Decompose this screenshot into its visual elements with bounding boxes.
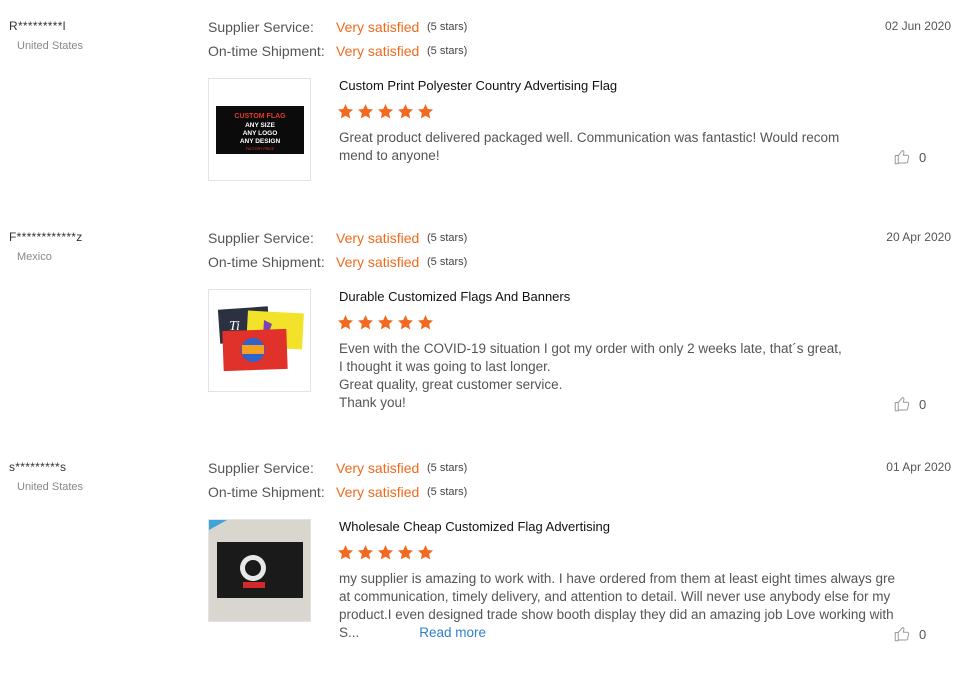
flag-line-5: FACTORY PRICE bbox=[246, 147, 275, 151]
star-icon bbox=[377, 315, 394, 330]
thumbs-up-icon bbox=[894, 150, 910, 165]
read-more-link[interactable]: Read more bbox=[419, 625, 486, 640]
shipment-label: On-time Shipment: bbox=[208, 484, 325, 500]
flag-line-2: ANY SIZE bbox=[245, 122, 276, 129]
star-icon bbox=[357, 104, 374, 119]
flag-line-4: ANY DESIGN bbox=[240, 138, 281, 145]
reviewer-country: Mexico bbox=[17, 251, 52, 263]
shipment-stars: (5 stars) bbox=[427, 486, 468, 498]
reviewer-name: F************z bbox=[9, 230, 83, 244]
product-star-rating bbox=[337, 314, 434, 334]
supplier-service-stars: (5 stars) bbox=[427, 21, 468, 33]
shipment-stars: (5 stars) bbox=[427, 45, 468, 57]
star-icon bbox=[397, 104, 414, 119]
supplier-service-value: Very satisfied bbox=[336, 230, 420, 246]
flag-line-3: ANY LOGO bbox=[243, 130, 278, 137]
star-icon bbox=[337, 104, 354, 119]
shipment-value: Very satisfied bbox=[336, 43, 420, 59]
shipment-value: Very satisfied bbox=[336, 484, 420, 500]
review-comment: Great product delivered packaged well. C… bbox=[339, 130, 840, 163]
supplier-service-label: Supplier Service: bbox=[208, 230, 314, 246]
supplier-service-value: Very satisfied bbox=[336, 19, 420, 35]
like-count: 0 bbox=[919, 626, 927, 642]
supplier-service-stars: (5 stars) bbox=[427, 462, 468, 474]
star-icon bbox=[357, 315, 374, 330]
star-icon bbox=[417, 104, 434, 119]
product-star-rating bbox=[337, 544, 434, 564]
product-thumbnail[interactable] bbox=[208, 519, 311, 622]
thumbs-up-icon bbox=[894, 397, 910, 412]
like-count: 0 bbox=[919, 396, 927, 412]
supplier-service-value: Very satisfied bbox=[336, 460, 420, 476]
reviewer-country: United States bbox=[17, 40, 84, 52]
star-icon bbox=[377, 545, 394, 560]
star-icon bbox=[417, 315, 434, 330]
supplier-service-stars: (5 stars) bbox=[427, 232, 468, 244]
banners-image: Ti bbox=[217, 306, 304, 372]
custom-flag-image: CUSTOM FLAG ANY SIZE ANY LOGO ANY DESIGN… bbox=[216, 106, 304, 154]
star-icon bbox=[417, 545, 434, 560]
product-title-link[interactable]: Durable Customized Flags And Banners bbox=[339, 289, 570, 304]
review-date: 02 Jun 2020 bbox=[884, 19, 951, 33]
like-button[interactable]: 0 bbox=[893, 625, 926, 643]
like-button[interactable]: 0 bbox=[893, 395, 926, 413]
review-comment: Even with the COVID-19 situation I got m… bbox=[339, 341, 842, 410]
supplier-service-label: Supplier Service: bbox=[208, 460, 314, 476]
supplier-service-label: Supplier Service: bbox=[208, 19, 314, 35]
shipment-label: On-time Shipment: bbox=[208, 43, 325, 59]
star-icon bbox=[337, 315, 354, 330]
reviewer-country: United States bbox=[17, 481, 84, 493]
flag-line-1: CUSTOM FLAG bbox=[234, 113, 286, 120]
product-star-rating bbox=[337, 103, 434, 123]
black-flag-photo bbox=[209, 520, 310, 621]
reviewer-name: s*********s bbox=[9, 460, 67, 474]
product-thumbnail[interactable]: CUSTOM FLAG ANY SIZE ANY LOGO ANY DESIGN… bbox=[208, 78, 311, 181]
review-date: 20 Apr 2020 bbox=[886, 230, 951, 244]
star-icon bbox=[397, 545, 414, 560]
review-date: 01 Apr 2020 bbox=[886, 460, 951, 474]
review-comment: my supplier is amazing to work with. I h… bbox=[339, 570, 899, 642]
shipment-value: Very satisfied bbox=[336, 254, 420, 270]
shipment-label: On-time Shipment: bbox=[208, 254, 325, 270]
product-title-link[interactable]: Custom Print Polyester Country Advertisi… bbox=[339, 78, 617, 93]
thumbs-up-icon bbox=[894, 627, 910, 642]
star-icon bbox=[337, 545, 354, 560]
star-icon bbox=[357, 545, 374, 560]
product-title-link[interactable]: Wholesale Cheap Customized Flag Advertis… bbox=[339, 519, 610, 534]
reviewer-name: R*********l bbox=[9, 19, 66, 33]
like-button[interactable]: 0 bbox=[893, 148, 926, 166]
product-thumbnail[interactable]: Ti bbox=[208, 289, 311, 392]
star-icon bbox=[397, 315, 414, 330]
star-icon bbox=[377, 104, 394, 119]
like-count: 0 bbox=[919, 149, 927, 165]
shipment-stars: (5 stars) bbox=[427, 256, 468, 268]
